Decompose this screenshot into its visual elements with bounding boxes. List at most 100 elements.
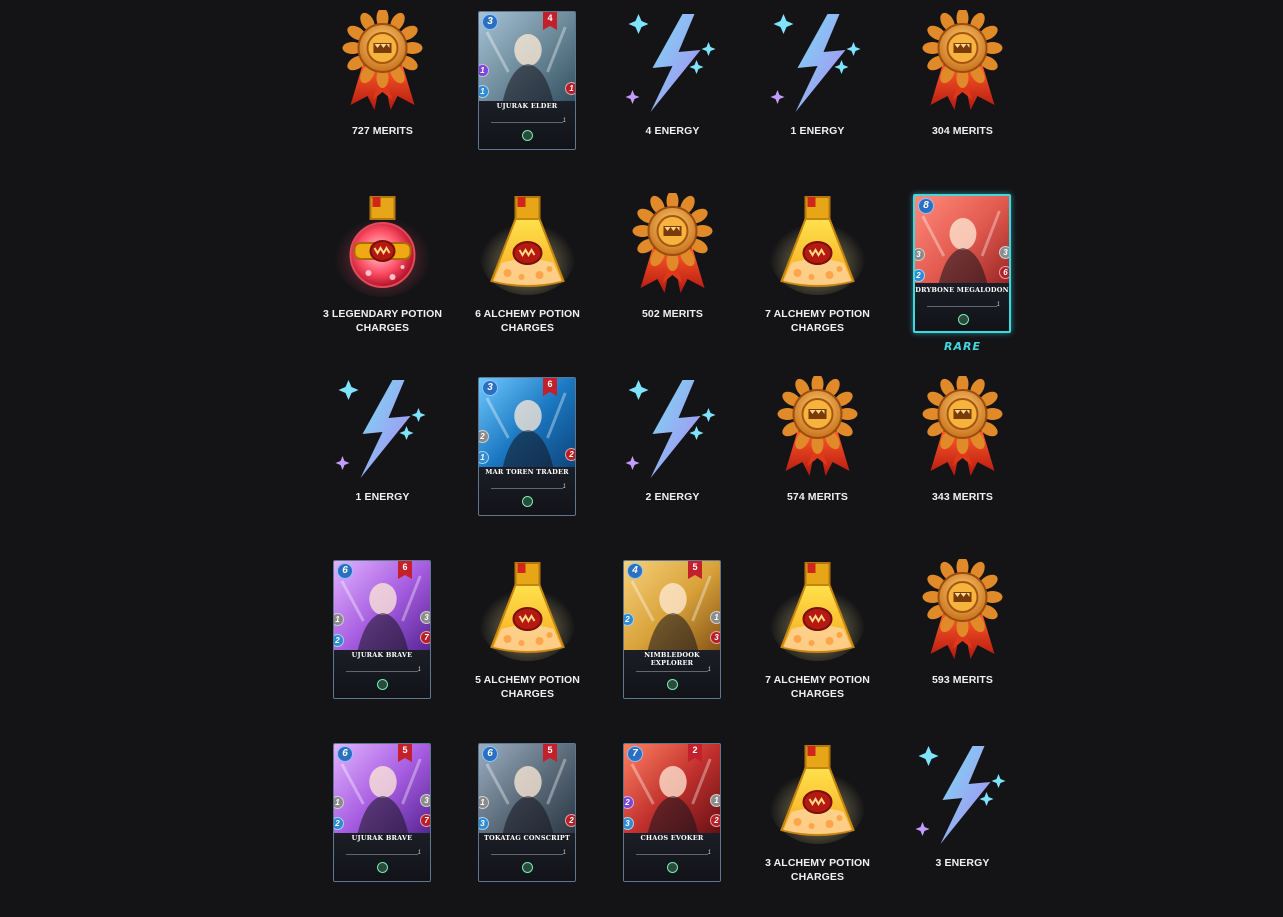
alchemy-potion-reward[interactable]: 7 ALCHEMY POTION CHARGES — [745, 549, 890, 732]
rarity-banner: RARE — [890, 337, 1035, 355]
energy-reward[interactable]: 4 ENERGY — [600, 0, 745, 183]
merits-medal-icon — [332, 8, 433, 114]
mana-cost: 7 — [627, 746, 643, 762]
card[interactable]: 8 3 2 3 6 DRYBONE MEGALODON 1 — [913, 194, 1011, 333]
energy-reward[interactable]: 1 ENERGY — [745, 0, 890, 183]
reward-card[interactable]: 7 2 2 3 1 2 CHAOS EVOKER 1 — [600, 732, 745, 917]
energy-bolt-icon — [622, 376, 723, 480]
energy-reward[interactable]: 2 ENERGY — [600, 366, 745, 549]
reward-label: 4 ENERGY — [645, 125, 700, 137]
armor-stat: 1 — [710, 611, 720, 624]
armor-stat: 1 — [710, 794, 720, 807]
energy-bolt-icon — [912, 742, 1013, 846]
card-level: 1 — [562, 118, 566, 124]
merits-medal-icon — [912, 8, 1013, 114]
xp-bar — [346, 671, 418, 672]
reward-label: 727 MERITS — [351, 125, 414, 137]
mana-cost: 6 — [337, 746, 353, 762]
card[interactable]: 3 4 1 1 1 UJURAK ELDER 1 — [478, 11, 576, 150]
merits-reward[interactable]: 502 MERITS — [600, 183, 745, 366]
card[interactable]: 6 6 1 2 3 7 UJURAK BRAVE 1 — [333, 560, 431, 699]
alchemy-potion-reward[interactable]: 5 ALCHEMY POTION CHARGES — [455, 549, 600, 732]
reward-label: 1 ENERGY — [790, 125, 845, 137]
card-name: UJURAK ELDER — [496, 102, 558, 110]
merits-reward[interactable]: 574 MERITS — [745, 366, 890, 549]
mana-cost: 3 — [482, 14, 498, 30]
card-level: 1 — [417, 850, 421, 856]
reward-card[interactable]: 6 5 1 3 2 TOKATAG CONSCRIPT 1 — [455, 732, 600, 917]
alchemy-potion-icon — [477, 193, 578, 297]
card-level: 1 — [417, 667, 421, 673]
reward-label: 3 LEGENDARY POTION CHARGES — [322, 308, 443, 334]
merits-medal-icon — [912, 557, 1013, 663]
health-stat: 1 — [565, 82, 575, 95]
health-stat: 7 — [420, 814, 430, 827]
energy-bolt-icon — [622, 10, 723, 114]
xp-bar — [346, 854, 418, 855]
alchemy-potion-reward[interactable]: 7 ALCHEMY POTION CHARGES — [745, 183, 890, 366]
card-name: UJURAK BRAVE — [351, 651, 413, 659]
merits-reward[interactable]: 304 MERITS — [890, 0, 1035, 183]
card[interactable]: 4 5 2 1 3 NIMBLEDOOK EXPLORER 1 — [623, 560, 721, 699]
xp-bar — [491, 122, 563, 123]
energy-bolt-icon — [332, 376, 433, 480]
reward-card[interactable]: 6 5 1 2 3 7 UJURAK BRAVE 1 — [310, 732, 455, 917]
merits-reward[interactable]: 593 MERITS — [890, 549, 1035, 732]
card-level: 1 — [707, 667, 711, 673]
ability-icon — [667, 679, 678, 690]
reward-card[interactable]: 8 3 2 3 6 DRYBONE MEGALODON 1 RARE — [890, 183, 1035, 366]
armor-stat: 3 — [420, 794, 430, 807]
ability-icon — [377, 679, 388, 690]
reward-card[interactable]: 6 6 1 2 3 7 UJURAK BRAVE 1 — [310, 549, 455, 732]
alchemy-potion-icon — [477, 559, 578, 663]
mana-cost: 4 — [627, 563, 643, 579]
reward-label: 574 MERITS — [786, 491, 849, 503]
card-name: NIMBLEDOOK EXPLORER — [644, 651, 700, 667]
reward-card[interactable]: 3 4 1 1 1 UJURAK ELDER 1 — [455, 0, 600, 183]
legendary-potion-icon — [332, 193, 433, 297]
merits-reward[interactable]: 343 MERITS — [890, 366, 1035, 549]
alchemy-potion-icon — [767, 193, 868, 297]
armor-stat: 3 — [420, 611, 430, 624]
xp-bar — [491, 488, 563, 489]
energy-reward[interactable]: 1 ENERGY — [310, 366, 455, 549]
alchemy-potion-icon — [767, 559, 868, 663]
card-level: 1 — [996, 302, 1000, 308]
card-name: UJURAK BRAVE — [351, 834, 413, 842]
ability-icon — [958, 314, 969, 325]
reward-card[interactable]: 3 6 2 1 2 MAR TOREN TRADER 1 — [455, 366, 600, 549]
alchemy-potion-reward[interactable]: 3 ALCHEMY POTION CHARGES — [745, 732, 890, 917]
card[interactable]: 7 2 2 3 1 2 CHAOS EVOKER 1 — [623, 743, 721, 882]
merits-medal-icon — [767, 374, 868, 480]
card[interactable]: 3 6 2 1 2 MAR TOREN TRADER 1 — [478, 377, 576, 516]
card[interactable]: 6 5 1 3 2 TOKATAG CONSCRIPT 1 — [478, 743, 576, 882]
merits-reward[interactable]: 727 MERITS — [310, 0, 455, 183]
energy-bolt-icon — [767, 10, 868, 114]
ability-icon — [522, 130, 533, 141]
reward-label: 593 MERITS — [931, 674, 994, 686]
xp-bar — [636, 671, 708, 672]
reward-label: 2 ENERGY — [645, 491, 700, 503]
card[interactable]: 6 5 1 2 3 7 UJURAK BRAVE 1 — [333, 743, 431, 882]
reward-card[interactable]: 4 5 2 1 3 NIMBLEDOOK EXPLORER 1 — [600, 549, 745, 732]
xp-bar — [636, 854, 708, 855]
card-name: CHAOS EVOKER — [640, 834, 704, 842]
mana-cost: 3 — [482, 380, 498, 396]
energy-reward[interactable]: 3 ENERGY — [890, 732, 1035, 917]
card-name: DRYBONE MEGALODON — [915, 286, 1009, 294]
reward-label: 5 ALCHEMY POTION CHARGES — [475, 674, 580, 700]
mana-cost: 6 — [337, 563, 353, 579]
reward-label: 1 ENERGY — [355, 491, 410, 503]
health-stat: 2 — [565, 814, 575, 827]
legendary-potion-reward[interactable]: 3 LEGENDARY POTION CHARGES — [310, 183, 455, 366]
armor-stat: 3 — [999, 246, 1009, 259]
health-stat: 2 — [565, 448, 575, 461]
health-stat: 6 — [999, 266, 1009, 279]
reward-label: 6 ALCHEMY POTION CHARGES — [475, 308, 580, 334]
alchemy-potion-icon — [767, 742, 868, 846]
reward-label: 3 ENERGY — [935, 857, 990, 869]
merits-medal-icon — [912, 374, 1013, 480]
mana-cost: 8 — [918, 198, 934, 214]
alchemy-potion-reward[interactable]: 6 ALCHEMY POTION CHARGES — [455, 183, 600, 366]
ability-icon — [667, 862, 678, 873]
